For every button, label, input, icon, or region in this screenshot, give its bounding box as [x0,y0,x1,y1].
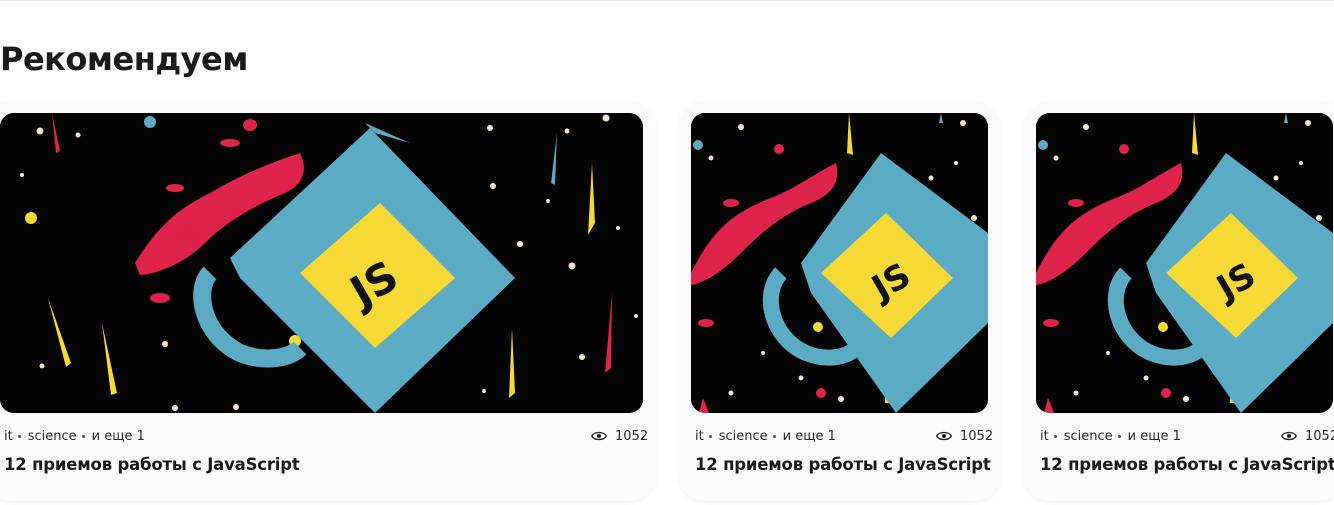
tag-science[interactable]: science [28,429,92,444]
article-image[interactable]: JS [0,113,643,413]
eye-icon [936,431,952,441]
javascript-mug-illustration: JS [1036,113,1333,413]
views-count: 1052 [1305,428,1334,444]
views-counter: 1052 [936,428,993,444]
separator-dot [1117,434,1121,438]
javascript-mug-illustration: JS [691,113,988,413]
article-image[interactable]: JS [1036,113,1333,413]
tag-list: it science и еще 1 [695,428,836,444]
article-title[interactable]: 12 приемов работы с JavaScript [695,455,991,474]
separator-dot [81,434,85,438]
views-count: 1052 [960,428,994,444]
article-card[interactable]: JS it science и еще 1 1052 12 приемов ра… [1024,101,1334,501]
tag-science[interactable]: science [719,429,783,444]
eye-icon [591,431,607,441]
javascript-mug-illustration: JS [0,113,643,413]
separator-dot [17,434,21,438]
article-card[interactable]: JS it science и еще 1 1052 12 приемов ра… [679,101,1000,501]
section-title: Рекомендуем [0,40,248,78]
tag-list: it science и еще 1 [4,428,145,444]
article-image[interactable]: JS [691,113,988,413]
separator-dot [708,434,712,438]
views-count: 1052 [615,428,649,444]
top-divider [0,0,1334,1]
article-title[interactable]: 12 приемов работы с JavaScript [1040,455,1334,474]
tag-it[interactable]: it [1040,429,1064,444]
separator-dot [1053,434,1057,438]
tag-it[interactable]: it [695,429,719,444]
tag-science[interactable]: science [1064,429,1128,444]
views-counter: 1052 [591,428,648,444]
separator-dot [772,434,776,438]
article-card[interactable]: JS it science и еще 1 1052 12 приемов ра… [0,101,655,501]
tag-more[interactable]: и еще 1 [783,429,836,444]
tag-list: it science и еще 1 [1040,428,1181,444]
article-title[interactable]: 12 приемов работы с JavaScript [4,455,300,474]
eye-icon [1281,431,1297,441]
tag-more[interactable]: и еще 1 [92,429,145,444]
tag-it[interactable]: it [4,429,28,444]
views-counter: 1052 [1281,428,1334,444]
tag-more[interactable]: и еще 1 [1128,429,1181,444]
